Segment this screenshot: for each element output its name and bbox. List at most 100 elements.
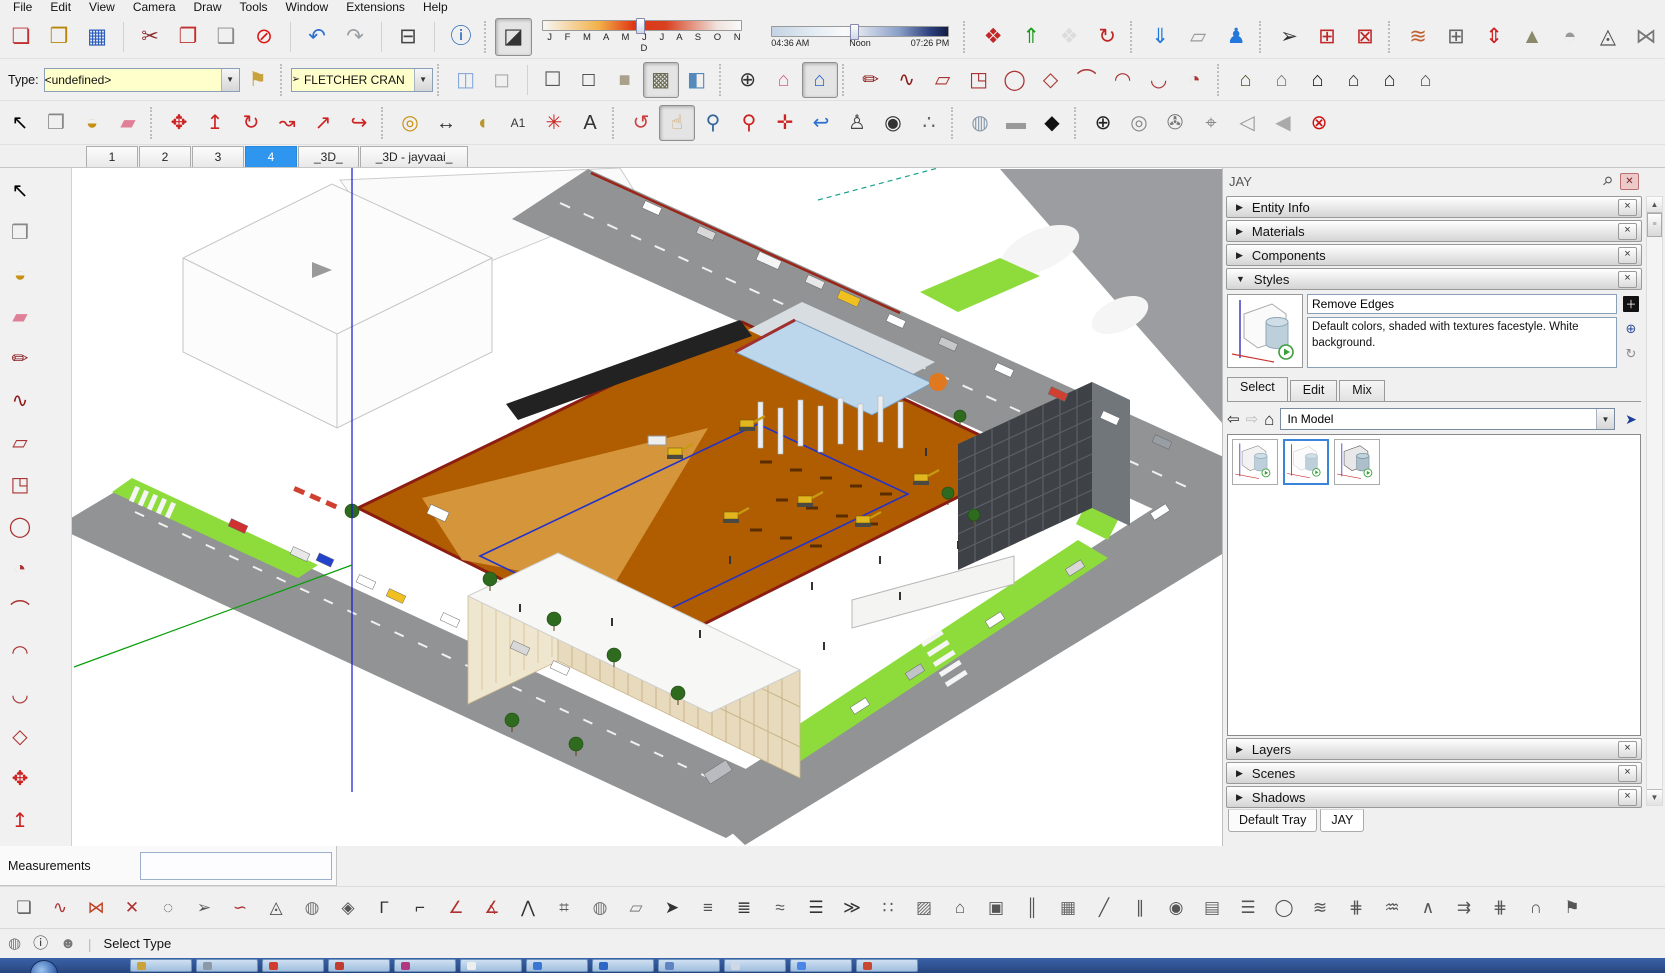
- rectangle-tool-icon[interactable]: ▱: [925, 62, 961, 98]
- push-pull-icon[interactable]: ↥: [3, 801, 37, 841]
- house-tool-icon[interactable]: ⌂: [1228, 62, 1264, 98]
- pie-tool-icon[interactable]: ◔: [1177, 62, 1213, 98]
- flag-tool-icon[interactable]: ⚑: [1556, 892, 1588, 924]
- toolbar-grip[interactable]: [280, 64, 285, 96]
- select-tool-icon[interactable]: ↖: [2, 105, 38, 141]
- menu-draw[interactable]: Draw: [185, 0, 231, 15]
- panel-header-components[interactable]: ▶Components×: [1226, 244, 1642, 266]
- scrollbar-thumb[interactable]: ≡: [1647, 213, 1662, 237]
- panel-header-shadows[interactable]: ▶Shadows×: [1226, 786, 1642, 808]
- push-pull-icon[interactable]: ↥: [197, 105, 233, 141]
- connect-publish-icon[interactable]: ⇑: [1012, 18, 1050, 56]
- connect-open-icon[interactable]: ❖: [974, 18, 1012, 56]
- ladder-tool-icon[interactable]: ☰: [1232, 892, 1264, 924]
- eraser-icon[interactable]: ▰: [3, 297, 37, 337]
- circle-tool-icon[interactable]: ◯: [997, 62, 1033, 98]
- component-attributes-icon[interactable]: ⊠: [1346, 18, 1384, 56]
- menu-camera[interactable]: Camera: [124, 0, 185, 15]
- shaded-icon[interactable]: ■: [607, 62, 643, 98]
- styles-list[interactable]: [1227, 434, 1641, 736]
- fan-fold-tool-icon[interactable]: ⋈: [80, 892, 112, 924]
- rotate-tool-icon[interactable]: ↻: [233, 105, 269, 141]
- style-item[interactable]: [1232, 439, 1278, 485]
- tray-title-bar[interactable]: JAY ⚲ ✕: [1223, 168, 1645, 194]
- truss-tool-icon[interactable]: ∧: [1412, 892, 1444, 924]
- toolbar-grip[interactable]: [842, 64, 847, 96]
- classifier-type-dropdown[interactable]: <undefined> ▼: [44, 68, 240, 92]
- hatch-tool-icon[interactable]: ▨: [908, 892, 940, 924]
- move-tool-icon[interactable]: ✥: [3, 759, 37, 799]
- turn-off-cameras-icon[interactable]: ⊗: [1301, 105, 1337, 141]
- panel-header-layers[interactable]: ▶Layers×: [1226, 738, 1642, 760]
- toolbar-grip[interactable]: [1259, 21, 1264, 53]
- menu-extensions[interactable]: Extensions: [337, 0, 414, 15]
- freehand-tool-icon[interactable]: ∿: [889, 62, 925, 98]
- select-tool-icon[interactable]: ↖: [3, 171, 37, 211]
- taskbar-app-icon[interactable]: [328, 959, 390, 972]
- fence-tool-icon[interactable]: ♒: [1376, 892, 1408, 924]
- columns-tool-icon[interactable]: ║: [1016, 892, 1048, 924]
- ripple-tool-icon[interactable]: ≋: [1304, 892, 1336, 924]
- sheet-tool-icon[interactable]: ▱: [620, 892, 652, 924]
- create-camera-icon[interactable]: ⊕: [1085, 105, 1121, 141]
- frame-tool-icon[interactable]: ▣: [980, 892, 1012, 924]
- menu-file[interactable]: File: [4, 0, 41, 15]
- section-display-icon[interactable]: ⌂: [766, 62, 802, 98]
- offset-tool-icon[interactable]: ↪: [341, 105, 377, 141]
- section-plane-icon[interactable]: ⊕: [730, 62, 766, 98]
- print-icon[interactable]: ⊟: [389, 18, 427, 56]
- shaded-with-textures-icon[interactable]: ▩: [643, 62, 679, 98]
- zoom-previous-icon[interactable]: ↩: [803, 105, 839, 141]
- details-arrow-icon[interactable]: ➤: [1621, 409, 1641, 429]
- menu-edit[interactable]: Edit: [41, 0, 80, 15]
- chevron-down-icon[interactable]: ▼: [414, 69, 432, 91]
- 3d-text-icon[interactable]: A: [572, 105, 608, 141]
- eraser-icon[interactable]: ▰: [110, 105, 146, 141]
- move-tool-icon[interactable]: ✥: [161, 105, 197, 141]
- wrap-sphere-tool-icon[interactable]: ◍: [296, 892, 328, 924]
- lock-camera-icon[interactable]: ✇: [1157, 105, 1193, 141]
- chevron-down-icon[interactable]: ▼: [221, 69, 239, 91]
- tray-tab-default[interactable]: Default Tray: [1228, 809, 1317, 832]
- angle-tool-icon[interactable]: ∠: [440, 892, 472, 924]
- taskbar-app-icon[interactable]: [394, 959, 456, 972]
- style-description[interactable]: Default colors, shaded with textures fac…: [1307, 317, 1617, 368]
- toolbar-grip[interactable]: [1130, 21, 1135, 53]
- make-component-icon[interactable]: ❒: [3, 213, 37, 253]
- dashed-circle-tool-icon[interactable]: ◌: [152, 892, 184, 924]
- stairs-tool-icon[interactable]: ≣: [728, 892, 760, 924]
- menu-tools[interactable]: Tools: [231, 0, 277, 15]
- section-cut-icon[interactable]: ⌂: [802, 62, 838, 98]
- toolbar-grip[interactable]: [719, 64, 724, 96]
- cross-lines-tool-icon[interactable]: ✕: [116, 892, 148, 924]
- scene-tab-_3D_[interactable]: _3D_: [298, 146, 359, 167]
- scene-tab-1[interactable]: 1: [86, 146, 138, 167]
- get-models-icon[interactable]: ♟: [1217, 18, 1255, 56]
- toolbar-grip[interactable]: [963, 21, 968, 53]
- panel-header-materials[interactable]: ▶Materials×: [1226, 220, 1642, 242]
- road-tool-icon[interactable]: ⋕: [1484, 892, 1516, 924]
- orbit-tool-icon[interactable]: ↺: [623, 105, 659, 141]
- model-info-icon[interactable]: ⓘ: [442, 18, 480, 56]
- union-icon[interactable]: ◆: [1034, 105, 1070, 141]
- flip-edge-icon[interactable]: ⋈: [1627, 18, 1665, 56]
- house-tool-icon[interactable]: ⌂: [1408, 62, 1444, 98]
- secondary-pane-icon[interactable]: ＋: [1623, 296, 1639, 312]
- line-tool-icon[interactable]: ✏: [853, 62, 889, 98]
- sign-in-icon[interactable]: ☻: [60, 936, 76, 951]
- platform-tool-icon[interactable]: ☰: [800, 892, 832, 924]
- look-through-camera-icon[interactable]: ◎: [1121, 105, 1157, 141]
- scene-tab-_3D - jayvaai_[interactable]: _3D - jayvaai_: [360, 146, 469, 167]
- xray-icon[interactable]: ◫: [448, 62, 484, 98]
- toolbar-grip[interactable]: [612, 107, 617, 139]
- toolbar-grip[interactable]: [951, 107, 956, 139]
- rectangle-tool-icon[interactable]: ▱: [3, 423, 37, 463]
- drape-icon[interactable]: ◓: [1551, 18, 1589, 56]
- taskbar-app-icon[interactable]: [196, 959, 258, 972]
- dimension-icon[interactable]: ↔: [428, 105, 464, 141]
- toolbar-grip[interactable]: [437, 64, 442, 96]
- close-icon[interactable]: ×: [1618, 271, 1637, 288]
- rotated-rectangle-tool-icon[interactable]: ◳: [3, 465, 37, 505]
- tab-mix[interactable]: Mix: [1339, 380, 1384, 401]
- close-icon[interactable]: ×: [1618, 741, 1637, 758]
